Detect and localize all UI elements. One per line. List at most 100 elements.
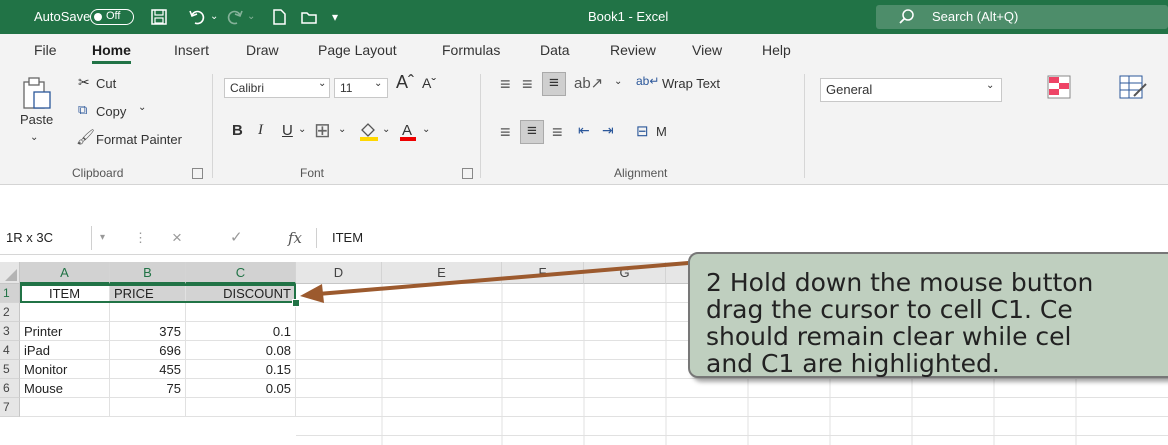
paste-icon[interactable] [22, 76, 52, 110]
customize-quick-access-icon[interactable]: ▾ [332, 0, 338, 34]
cell-a5[interactable]: Monitor [20, 360, 110, 379]
conditional-formatting-icon[interactable] [1046, 74, 1072, 100]
paste-dropdown-icon[interactable]: ⌄ [30, 132, 38, 143]
autosave-toggle[interactable]: Off [90, 9, 134, 25]
font-launcher-icon[interactable] [462, 168, 473, 179]
redo-icon[interactable] [226, 8, 244, 26]
formula-bar-handle-icon[interactable]: ⋮ [134, 226, 147, 250]
cell-b5[interactable]: 455 [110, 360, 186, 379]
cut-button[interactable]: Cut [96, 76, 116, 91]
align-center-icon[interactable]: ≡ [520, 120, 544, 144]
cell-c4[interactable]: 0.08 [186, 341, 296, 360]
cell-c7[interactable] [186, 398, 296, 417]
copy-dropdown-icon[interactable]: ⌄ [138, 102, 146, 113]
cell-b4[interactable]: 696 [110, 341, 186, 360]
cell-b6[interactable]: 75 [110, 379, 186, 398]
wrap-text-button[interactable]: Wrap Text [662, 76, 720, 91]
cell-a7[interactable] [20, 398, 110, 417]
tab-page-layout[interactable]: Page Layout [318, 34, 397, 66]
column-header-c[interactable]: C [186, 262, 296, 284]
row-header[interactable]: 1 [0, 284, 20, 303]
middle-align-icon[interactable]: ≡ [522, 74, 533, 95]
confirm-entry-icon[interactable]: ✓ [230, 226, 243, 250]
merge-center-button[interactable]: M [656, 124, 667, 139]
row-header[interactable]: 7 [0, 398, 20, 417]
align-left-icon[interactable]: ≡ [500, 122, 511, 143]
orientation-dropdown-icon[interactable]: ⌄ [614, 76, 622, 87]
column-header-f[interactable]: F [502, 262, 584, 284]
column-header-b[interactable]: B [110, 262, 186, 284]
font-color-icon[interactable]: A [398, 120, 418, 142]
wrap-text-icon[interactable]: ab↵ [636, 74, 659, 88]
increase-font-size-icon[interactable]: Aˆ [396, 72, 414, 93]
cut-icon[interactable]: ✂ [78, 74, 90, 91]
cell-c2[interactable] [186, 303, 296, 322]
bottom-align-icon[interactable]: ≡ [542, 72, 566, 96]
font-color-dropdown-icon[interactable]: ⌄ [422, 124, 430, 135]
tab-help[interactable]: Help [762, 34, 791, 66]
cell-a2[interactable] [20, 303, 110, 322]
column-header-d[interactable]: D [296, 262, 382, 284]
decrease-font-size-icon[interactable]: Aˇ [422, 75, 436, 91]
underline-dropdown-icon[interactable]: ⌄ [298, 124, 306, 135]
clipboard-launcher-icon[interactable] [192, 168, 203, 179]
undo-dropdown-icon[interactable]: ⌄ [210, 0, 218, 34]
tab-review[interactable]: Review [610, 34, 656, 66]
row-header[interactable]: 5 [0, 360, 20, 379]
cell-c3[interactable]: 0.1 [186, 322, 296, 341]
tab-view[interactable]: View [692, 34, 722, 66]
row-header[interactable]: 4 [0, 341, 20, 360]
merge-center-icon[interactable]: ⊟ [636, 122, 649, 140]
row-header[interactable]: 3 [0, 322, 20, 341]
copy-icon[interactable]: ⧉ [78, 102, 87, 118]
name-box[interactable]: 1R x 3C [0, 226, 92, 250]
tab-home[interactable]: Home [92, 34, 131, 66]
new-file-icon[interactable] [270, 8, 288, 26]
increase-indent-icon[interactable]: ⇥ [602, 122, 614, 139]
font-name-dropdown-icon[interactable]: ⌄ [318, 78, 326, 89]
cell-b7[interactable] [110, 398, 186, 417]
tab-data[interactable]: Data [540, 34, 570, 66]
redo-dropdown-icon[interactable]: ⌄ [247, 0, 255, 34]
select-all-button[interactable] [0, 262, 20, 284]
number-format-select[interactable]: General [820, 78, 1002, 102]
underline-icon[interactable]: U [282, 122, 293, 139]
name-box-dropdown-icon[interactable]: ▾ [100, 226, 105, 250]
format-painter-icon[interactable]: 🖌 [76, 128, 95, 146]
top-align-icon[interactable]: ≡ [500, 74, 511, 95]
fill-color-icon[interactable] [358, 120, 380, 142]
cell-a6[interactable]: Mouse [20, 379, 110, 398]
row-header[interactable]: 6 [0, 379, 20, 398]
open-folder-icon[interactable] [300, 8, 318, 26]
tab-draw[interactable]: Draw [246, 34, 279, 66]
formula-input[interactable]: ITEM [332, 226, 363, 250]
tab-file[interactable]: File [34, 34, 57, 66]
cell-a3[interactable]: Printer [20, 322, 110, 341]
copy-button[interactable]: Copy [96, 104, 126, 119]
align-right-icon[interactable]: ≡ [552, 122, 563, 143]
decrease-indent-icon[interactable]: ⇤ [578, 122, 590, 139]
cell-b2[interactable] [110, 303, 186, 322]
cell-b3[interactable]: 375 [110, 322, 186, 341]
font-size-dropdown-icon[interactable]: ⌄ [374, 78, 382, 89]
cancel-entry-icon[interactable]: × [172, 226, 182, 250]
search-box[interactable]: Search (Alt+Q) [876, 5, 1168, 29]
undo-icon[interactable] [188, 8, 206, 26]
column-header-e[interactable]: E [382, 262, 502, 284]
cell-c5[interactable]: 0.15 [186, 360, 296, 379]
fill-color-dropdown-icon[interactable]: ⌄ [382, 124, 390, 135]
font-name-select[interactable]: Calibri [224, 78, 330, 98]
fill-handle[interactable] [292, 299, 300, 307]
column-header-a[interactable]: A [20, 262, 110, 284]
borders-dropdown-icon[interactable]: ⌄ [338, 124, 346, 135]
borders-icon[interactable]: ⊞ [314, 118, 331, 143]
orientation-icon[interactable]: ab↗ [574, 74, 603, 92]
tab-insert[interactable]: Insert [174, 34, 209, 66]
tab-formulas[interactable]: Formulas [442, 34, 500, 66]
save-icon[interactable] [150, 8, 168, 26]
column-header-g[interactable]: G [584, 262, 666, 284]
cell-a4[interactable]: iPad [20, 341, 110, 360]
format-as-table-icon[interactable] [1118, 74, 1148, 100]
bold-icon[interactable]: B [232, 122, 243, 139]
italic-icon[interactable]: I [258, 122, 263, 139]
